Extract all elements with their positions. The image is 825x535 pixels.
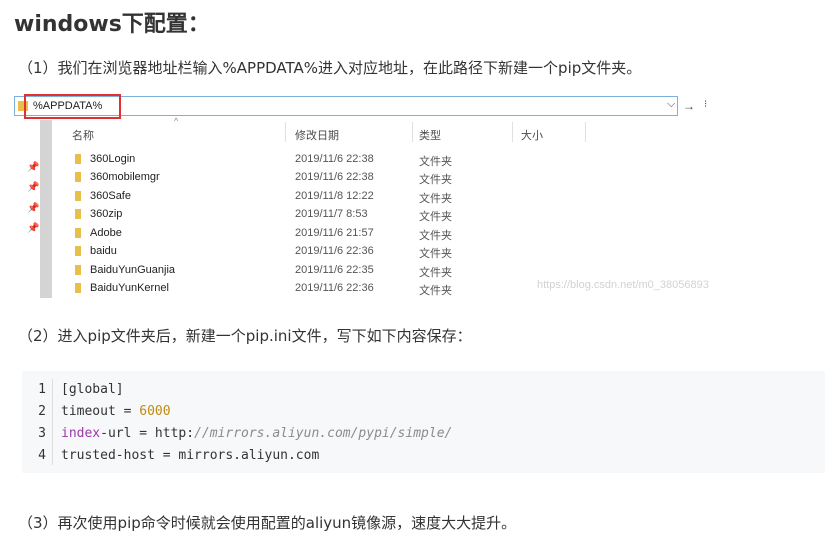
- navigation-pane: [40, 120, 52, 298]
- pin-icon: 📌: [27, 203, 40, 214]
- folder-icon: [75, 246, 81, 256]
- code-line-2: timeout = 6000: [61, 404, 171, 419]
- file-row[interactable]: 360Safe 2019/11/8 12:22 文件夹: [70, 188, 470, 206]
- file-explorer-screenshot: %APPDATA% ⌵ → ⁝ 📌 📌 📌 📌 ^ 名称 修改日期 类型 大小 …: [14, 94, 714, 300]
- code-block: 1 2 3 4 [global] timeout = 6000 index-ur…: [22, 371, 825, 473]
- pin-icon: 📌: [27, 182, 40, 193]
- file-row[interactable]: 360Login 2019/11/6 22:38 文件夹: [70, 151, 470, 169]
- column-header-size[interactable]: 大小: [521, 127, 543, 143]
- folder-icon: [75, 154, 81, 164]
- line-number: 4: [38, 448, 46, 463]
- step-3-text: （3）再次使用pip命令时候就会使用配置的aliyun镜像源，速度大大提升。: [18, 514, 517, 532]
- more-icon[interactable]: ⁝: [704, 99, 714, 113]
- column-header-type[interactable]: 类型: [419, 127, 441, 143]
- folder-icon: [75, 191, 81, 201]
- pin-icon: 📌: [27, 162, 40, 173]
- column-separator: [412, 122, 413, 142]
- watermark: https://blog.csdn.net/m0_38056893: [537, 279, 709, 291]
- column-separator: [285, 122, 286, 142]
- file-row[interactable]: Adobe 2019/11/6 21:57 文件夹: [70, 225, 470, 243]
- column-header-date[interactable]: 修改日期: [295, 127, 339, 143]
- folder-icon: [75, 172, 81, 182]
- line-number-gutter: 1 2 3 4: [22, 371, 52, 473]
- file-row[interactable]: BaiduYunGuanjia 2019/11/6 22:35 文件夹: [70, 262, 470, 280]
- code-line-4: trusted-host = mirrors.aliyun.com: [61, 448, 320, 463]
- folder-icon: [75, 209, 81, 219]
- step-2-text: （2）进入pip文件夹后，新建一个pip.ini文件，写下如下内容保存：: [18, 327, 472, 345]
- file-row[interactable]: BaiduYunKernel 2019/11/6 22:36 文件夹: [70, 280, 470, 298]
- section-heading: windows下配置：: [14, 12, 210, 37]
- folder-icon: [75, 283, 81, 293]
- pin-icon: 📌: [27, 223, 40, 234]
- file-row[interactable]: 360zip 2019/11/7 8:53 文件夹: [70, 206, 470, 224]
- line-number: 2: [38, 404, 46, 419]
- column-header-name[interactable]: 名称: [72, 127, 94, 143]
- column-separator: [585, 122, 586, 142]
- step-1-text: （1）我们在浏览器地址栏输入%APPDATA%进入对应地址，在此路径下新建一个p…: [18, 59, 642, 77]
- file-row[interactable]: baidu 2019/11/6 22:36 文件夹: [70, 243, 470, 261]
- folder-icon: [75, 228, 81, 238]
- line-number: 3: [38, 426, 46, 441]
- code-line-1: [global]: [61, 382, 124, 397]
- address-highlight-box: [24, 94, 121, 119]
- chevron-down-icon[interactable]: ⌵: [667, 98, 675, 111]
- column-separator: [512, 122, 513, 142]
- code-line-3: index-url = http://mirrors.aliyun.com/py…: [61, 426, 453, 441]
- gutter-divider: [52, 379, 53, 465]
- arrow-right-icon[interactable]: →: [681, 97, 697, 115]
- folder-icon: [75, 265, 81, 275]
- line-number: 1: [38, 382, 46, 397]
- sort-up-icon: ^: [174, 116, 179, 126]
- file-row[interactable]: 360mobilemgr 2019/11/6 22:38 文件夹: [70, 169, 470, 187]
